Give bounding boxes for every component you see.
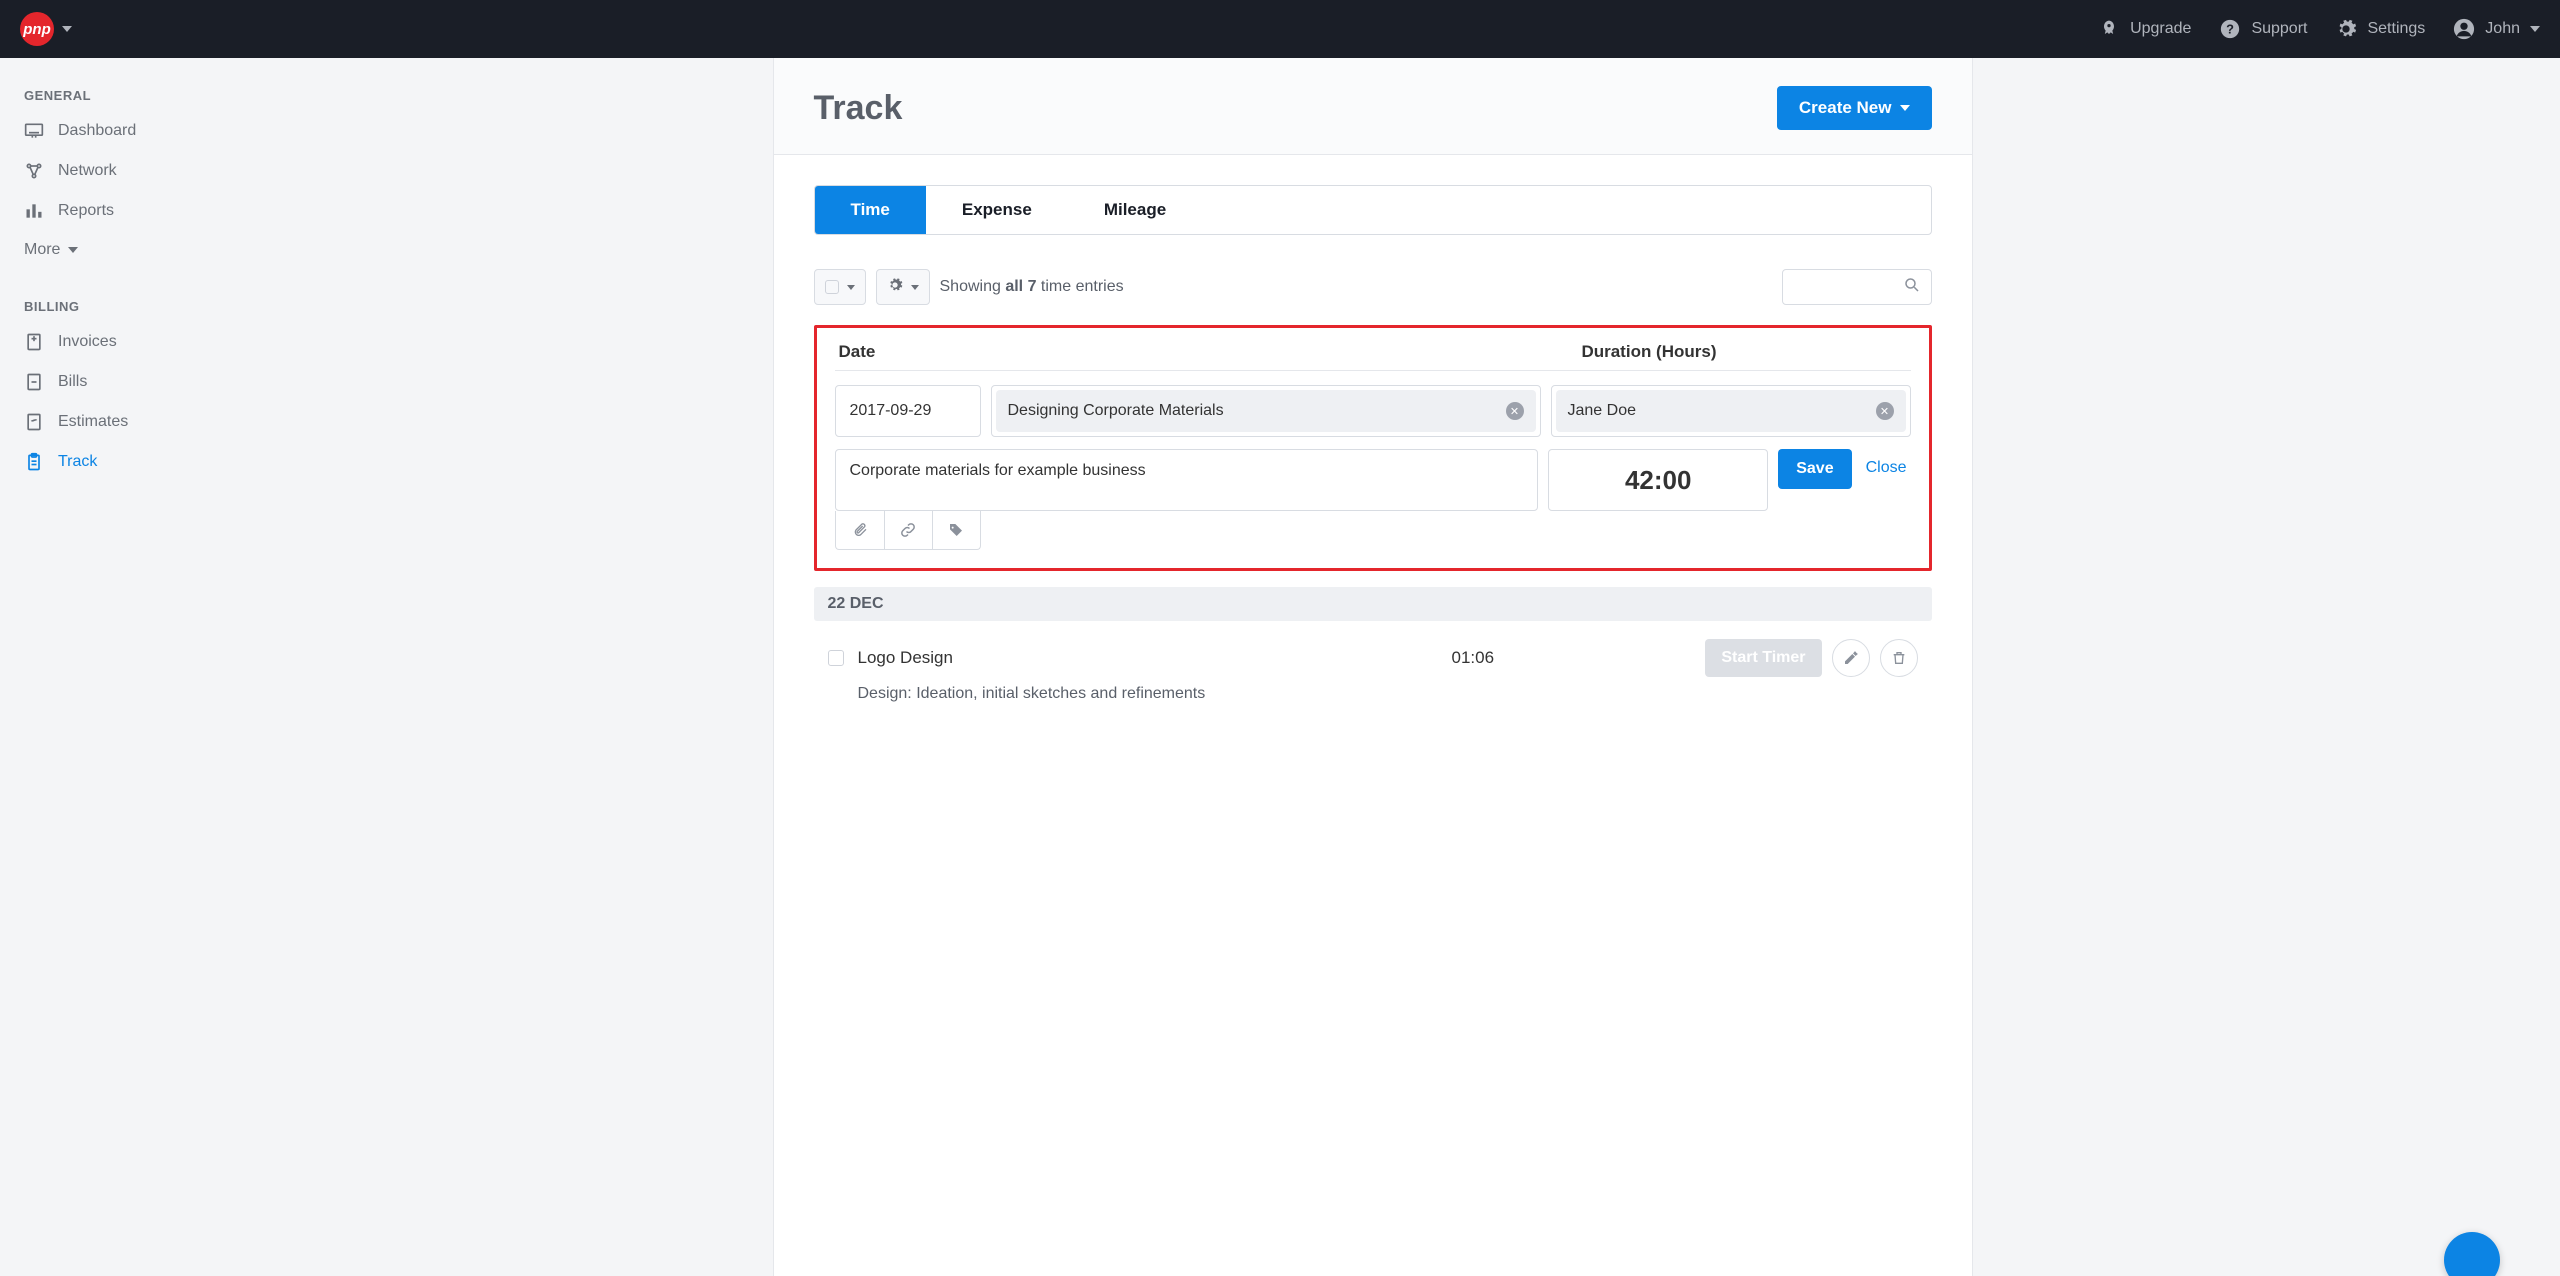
select-all-checkbox[interactable] [814,269,866,305]
page-header: Track Create New [774,58,1972,155]
create-new-button[interactable]: Create New [1777,86,1932,130]
row-checkbox[interactable] [828,650,844,666]
inner-content: Time Expense Mileage [774,155,1972,743]
link-icon [899,521,917,539]
tab-mileage[interactable]: Mileage [1068,186,1202,234]
save-button[interactable]: Save [1778,449,1851,489]
duration-input[interactable] [1548,449,1768,511]
trash-icon [1891,650,1907,666]
tab-expense[interactable]: Expense [926,186,1068,234]
settings-link[interactable]: Settings [2335,18,2425,40]
entry-headers: Date Duration (Hours) [835,342,1911,371]
search-icon [1903,276,1921,299]
chevron-down-icon [1900,105,1910,111]
attach-group [835,511,981,550]
entry-row-3 [835,511,1539,550]
sidebar-more[interactable]: More [0,231,185,269]
attach-file-button[interactable] [836,511,884,549]
entry-row-2: Save Close [835,449,1911,550]
date-group-header: 22 DEC [814,587,1932,621]
sidebar-item-bills[interactable]: Bills [0,362,185,402]
entry-row-1: Designing Corporate Materials ✕ Jane Doe… [835,385,1911,437]
entry-form: Date Duration (Hours) Designing Corporat… [814,325,1932,571]
upgrade-link[interactable]: Upgrade [2098,18,2191,40]
logo[interactable]: pnp [20,12,54,46]
attach-link-button[interactable] [884,511,932,549]
header-duration: Duration (Hours) [1581,342,1906,362]
clipboard-icon [24,452,44,472]
content: Track Create New Time Expense Mileage [773,58,1973,1276]
monitor-icon [24,121,44,141]
project-input[interactable]: Designing Corporate Materials ✕ [991,385,1541,437]
person-token: Jane Doe ✕ [1556,390,1906,432]
tab-time[interactable]: Time [815,186,926,234]
user-icon [2453,18,2475,40]
gear-icon [2335,18,2357,40]
clear-icon[interactable]: ✕ [1876,402,1894,420]
help-icon: ? [2219,18,2241,40]
entry-title[interactable]: Logo Design [858,648,1438,668]
sidebar: GENERAL Dashboard Network Reports More B… [0,58,185,1276]
project-token: Designing Corporate Materials ✕ [996,390,1536,432]
network-icon [24,161,44,181]
sidebar-item-dashboard[interactable]: Dashboard [0,111,185,151]
close-link[interactable]: Close [1862,449,1911,487]
rocket-icon [2098,18,2120,40]
tag-icon [948,522,964,538]
checkbox-icon [825,280,839,294]
chevron-down-icon[interactable] [62,26,72,32]
chevron-down-icon [68,247,78,253]
topbar-left: pnp [20,12,72,46]
sidebar-section-billing: BILLING [0,287,185,322]
chevron-down-icon [2530,26,2540,32]
paperclip-icon [852,522,868,538]
start-timer-button[interactable]: Start Timer [1705,639,1821,677]
sidebar-item-estimates[interactable]: Estimates [0,402,185,442]
sidebar-item-network[interactable]: Network [0,151,185,191]
entry-subtitle: Design: Ideation, initial sketches and r… [814,683,1932,713]
header-date: Date [839,342,876,362]
search-box[interactable] [1782,269,1932,305]
delete-button[interactable] [1880,639,1918,677]
main: Track Create New Time Expense Mileage [185,58,2560,1276]
chevron-down-icon [847,285,855,290]
sidebar-section-general: GENERAL [0,76,185,111]
bar-chart-icon [24,201,44,221]
toolbar-row: Showing all 7 time entries [814,269,1932,305]
person-input[interactable]: Jane Doe ✕ [1551,385,1911,437]
entry-duration: 01:06 [1452,648,1572,668]
description-input[interactable] [835,449,1539,511]
bill-icon [24,372,44,392]
user-menu[interactable]: John [2453,18,2540,40]
topbar-right: Upgrade ? Support Settings John [2098,18,2540,40]
gear-icon [887,277,903,298]
time-entry-row: Logo Design 01:06 Start Timer [814,633,1932,683]
topbar: pnp Upgrade ? Support Settings John [0,0,2560,58]
estimate-icon [24,412,44,432]
showing-text: Showing all 7 time entries [940,278,1124,296]
tabs: Time Expense Mileage [814,185,1932,235]
toolbar-left: Showing all 7 time entries [814,269,1124,305]
edit-button[interactable] [1832,639,1870,677]
entry-actions: Start Timer [1705,639,1917,677]
sidebar-item-reports[interactable]: Reports [0,191,185,231]
page-title: Track [814,89,903,128]
bulk-actions-button[interactable] [876,269,930,305]
clear-icon[interactable]: ✕ [1506,402,1524,420]
pencil-icon [1843,650,1859,666]
sidebar-item-invoices[interactable]: Invoices [0,322,185,362]
layout: GENERAL Dashboard Network Reports More B… [0,58,2560,1276]
svg-text:?: ? [2227,22,2235,37]
date-input[interactable] [835,385,981,437]
support-link[interactable]: ? Support [2219,18,2307,40]
invoice-icon [24,332,44,352]
attach-tag-button[interactable] [932,511,980,549]
chevron-down-icon [911,285,919,290]
sidebar-item-track[interactable]: Track [0,442,185,482]
